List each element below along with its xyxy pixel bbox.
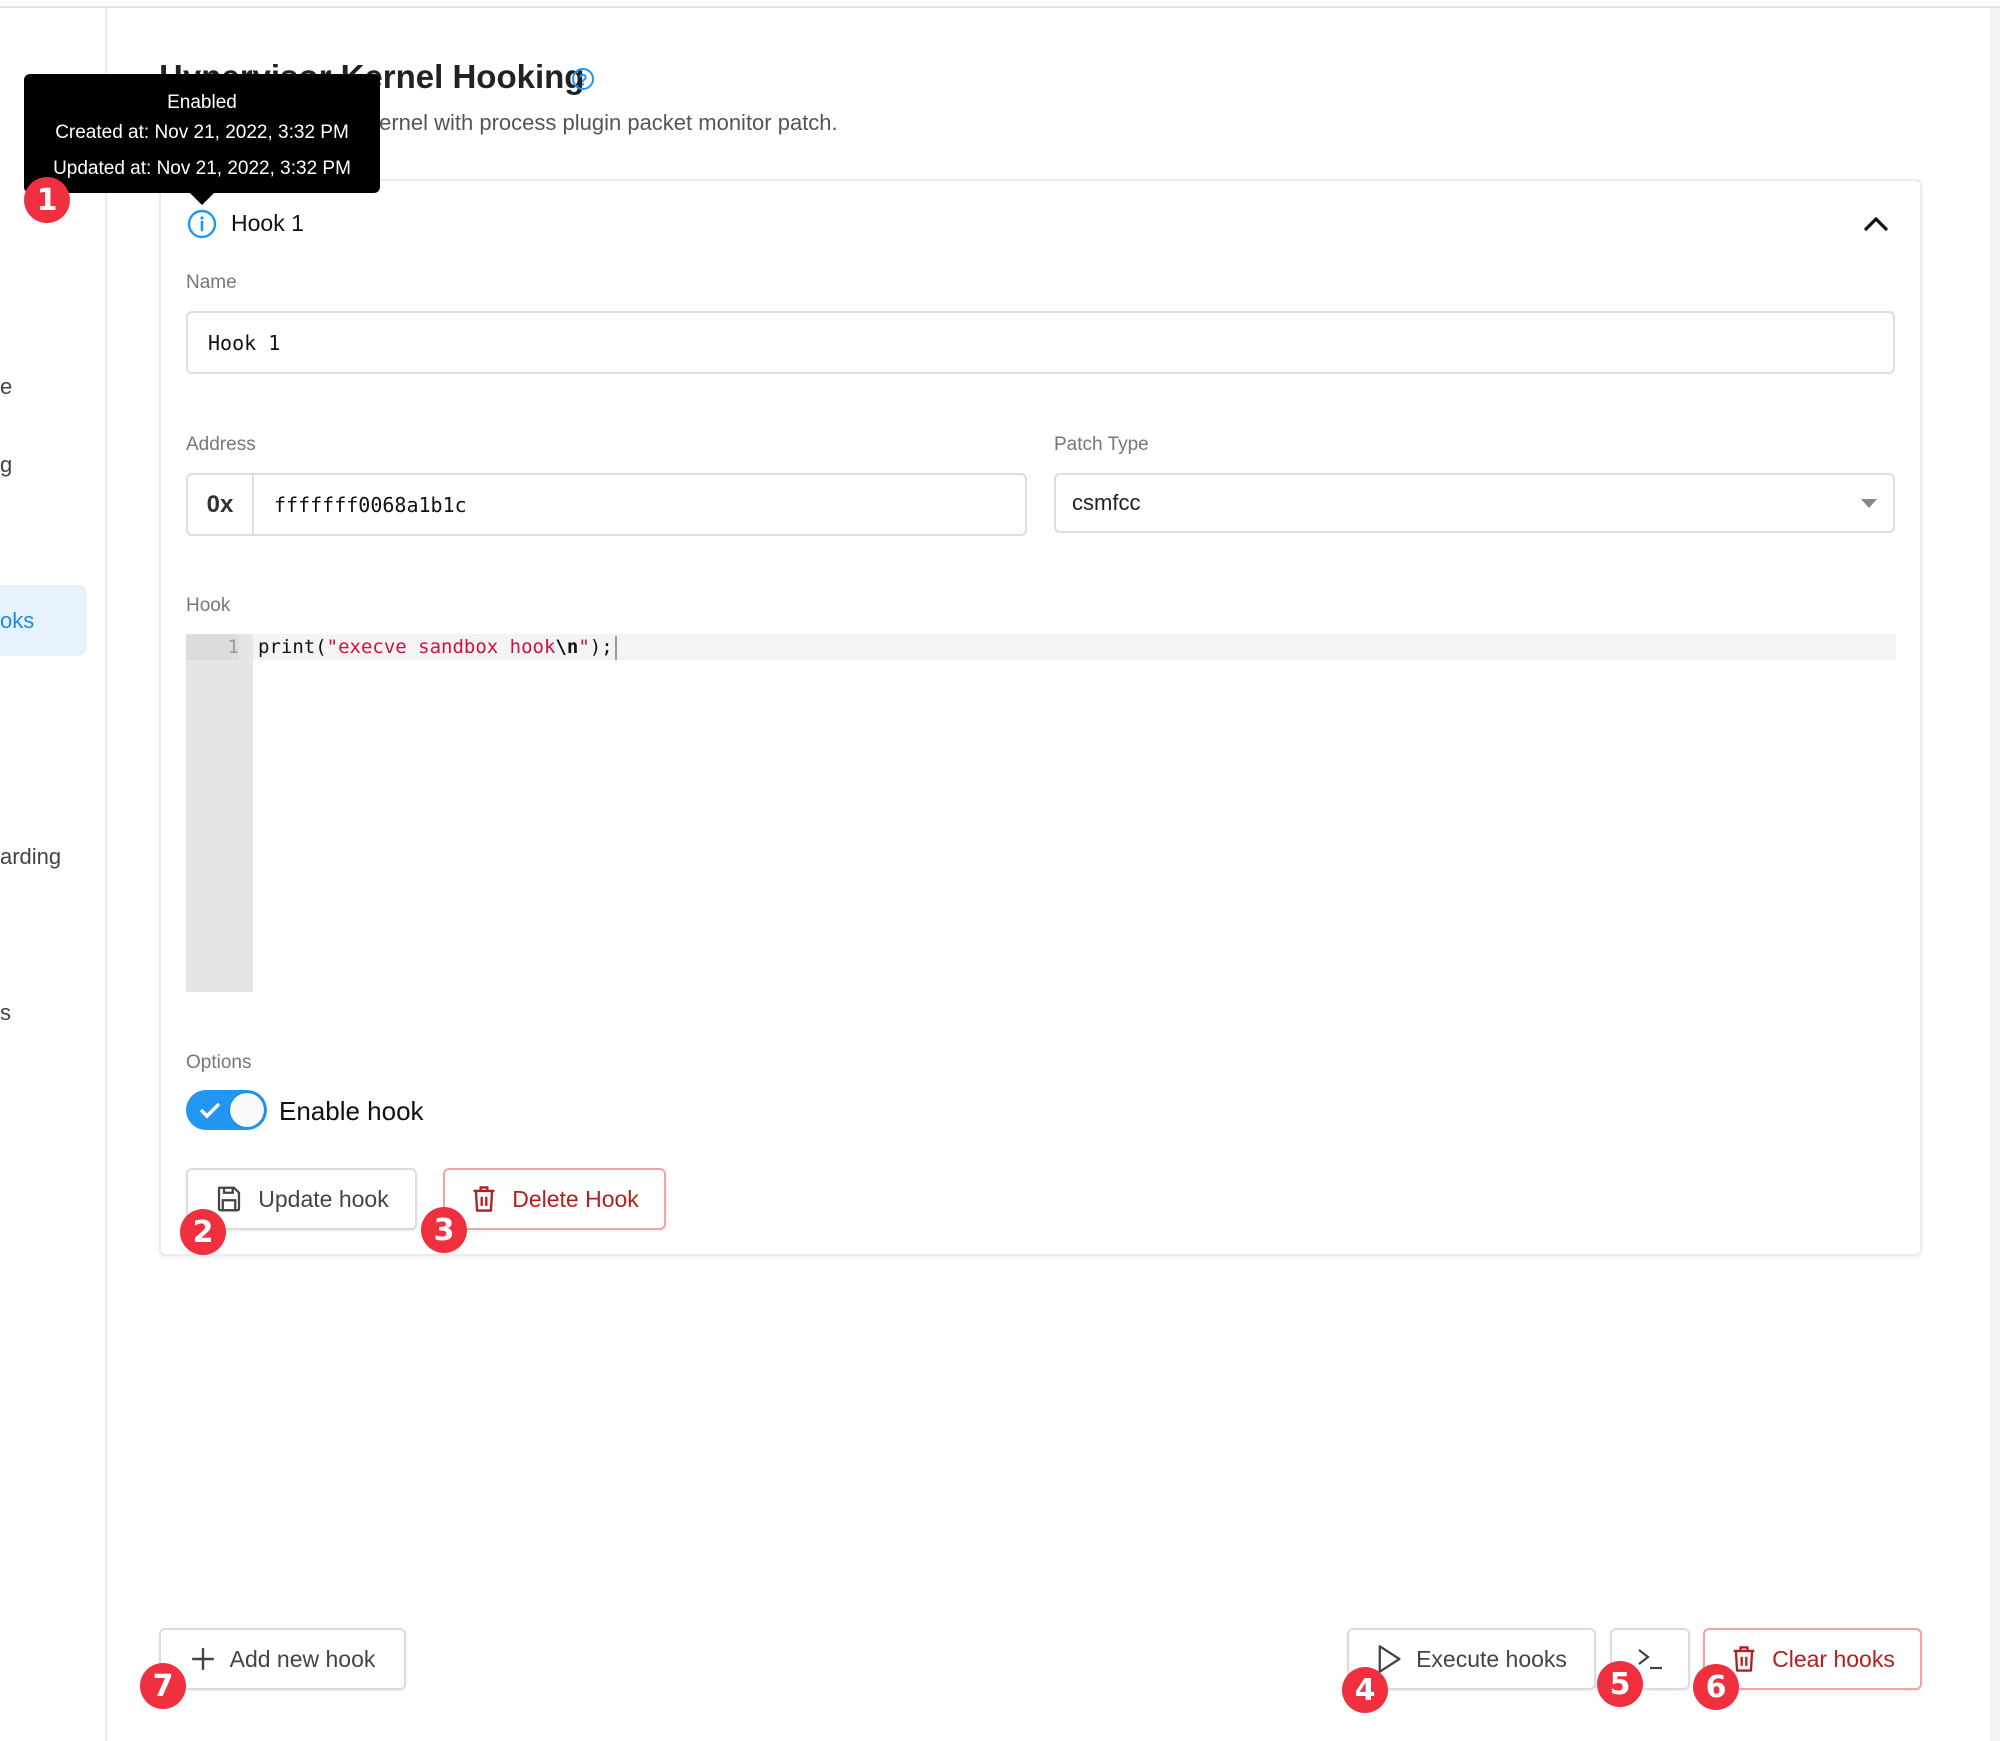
sidebar-item-1[interactable]: e [0, 374, 12, 400]
code-line[interactable]: print("execve sandbox hook\n"); [258, 634, 617, 660]
add-new-hook-button[interactable]: Add new hook [159, 1628, 406, 1690]
trash-icon [1733, 1646, 1755, 1672]
sidebar-item-forwarding[interactable]: arding [0, 844, 61, 870]
code-token: print( [258, 636, 327, 658]
sidebar-item-5[interactable]: s [0, 1000, 11, 1026]
hook-info-tooltip: Enabled Created at: Nov 21, 2022, 3:32 P… [24, 74, 380, 193]
address-prefix: 0x [188, 475, 254, 534]
question-circle-icon[interactable] [571, 67, 595, 91]
code-token-string: " [578, 636, 590, 658]
vertical-scrollbar[interactable] [1990, 8, 2000, 1741]
tooltip-updated: Updated at: Nov 21, 2022, 3:32 PM [53, 158, 351, 179]
code-token-escape: \n [555, 636, 579, 658]
delete-hook-button[interactable]: Delete Hook [443, 1168, 666, 1230]
patch-type-select[interactable]: csmfcc [1054, 473, 1895, 533]
delete-hook-label: Delete Hook [512, 1185, 639, 1212]
line-number: 1 [186, 634, 239, 660]
options-label: Options [186, 1052, 252, 1073]
address-field: 0x fffffff0068a1b1c [186, 473, 1027, 536]
annotation-badge-2: 2 [180, 1209, 226, 1255]
clear-hooks-label: Clear hooks [1772, 1645, 1895, 1672]
tooltip-created: Created at: Nov 21, 2022, 3:32 PM [55, 122, 349, 143]
annotation-badge-1: 1 [24, 177, 70, 223]
editor-gutter [186, 634, 253, 992]
top-divider [0, 6, 2000, 8]
tooltip-arrow [189, 192, 215, 205]
toggle-knob [230, 1093, 264, 1127]
trash-icon [473, 1186, 495, 1212]
enable-hook-toggle[interactable] [186, 1090, 267, 1130]
annotation-badge-3: 3 [421, 1207, 467, 1253]
annotation-badge-7: 7 [140, 1663, 186, 1709]
check-icon [199, 1102, 221, 1119]
annotation-badge-5: 5 [1597, 1661, 1643, 1707]
patch-type-label: Patch Type [1054, 434, 1149, 455]
text-cursor [614, 635, 617, 660]
address-input[interactable]: fffffff0068a1b1c [254, 493, 467, 517]
sidebar-item-2[interactable]: g [0, 452, 12, 478]
code-token: ); [589, 636, 613, 658]
hook-title[interactable]: Hook 1 [231, 210, 304, 237]
add-new-hook-label: Add new hook [229, 1645, 376, 1672]
chevron-up-icon[interactable] [1862, 214, 1890, 234]
code-token-string: "execve sandbox hook [326, 636, 556, 658]
annotation-badge-6: 6 [1693, 1664, 1739, 1710]
hook-code-label: Hook [186, 595, 231, 616]
sidebar: e g oks arding s [0, 8, 107, 1741]
terminal-icon [1638, 1649, 1662, 1670]
play-icon [1378, 1645, 1401, 1673]
code-editor[interactable]: 1 print("execve sandbox hook\n"); [186, 634, 1896, 992]
tooltip-status: Enabled [167, 92, 237, 113]
name-label: Name [186, 272, 237, 293]
annotation-badge-4: 4 [1342, 1667, 1388, 1713]
caret-down-icon [1861, 499, 1877, 508]
plus-icon [191, 1648, 214, 1670]
name-input[interactable]: Hook 1 [186, 311, 1895, 374]
save-icon [218, 1186, 241, 1212]
address-label: Address [186, 434, 256, 455]
execute-hooks-label: Execute hooks [1416, 1645, 1567, 1672]
patch-type-value: csmfcc [1072, 490, 1141, 515]
update-hook-label: Update hook [258, 1185, 389, 1212]
enable-hook-label[interactable]: Enable hook [279, 1096, 424, 1127]
info-icon[interactable] [187, 209, 217, 239]
sidebar-item-hooks[interactable]: oks [0, 608, 34, 634]
